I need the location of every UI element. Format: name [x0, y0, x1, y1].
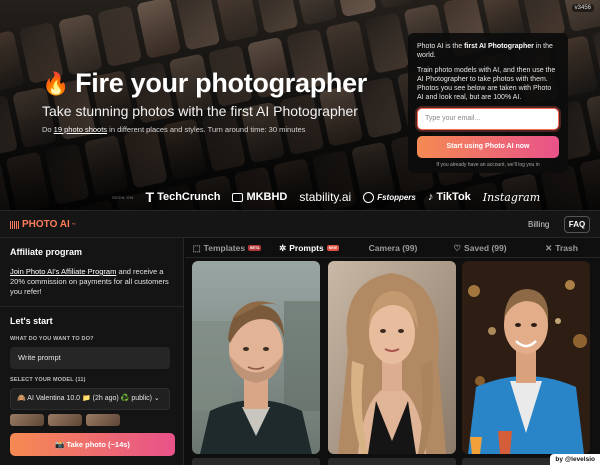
- tab-trash[interactable]: ✕ Trash: [523, 238, 600, 258]
- version-badge: v3456: [571, 4, 594, 12]
- hero-section: v3456 🔥 Fire your photographer Take stun…: [0, 0, 600, 210]
- start-using-button[interactable]: Start using Photo AI now: [417, 136, 559, 158]
- fstoppers-icon: [363, 191, 375, 203]
- new-badge: NEW: [326, 245, 339, 251]
- gallery-tabs: ⬚ Templates BETA ✲ Prompts NEW Camera (9…: [185, 238, 600, 258]
- start-title: Let's start: [10, 316, 53, 326]
- author-credit: by @levelsio: [550, 454, 600, 465]
- generated-photo[interactable]: [462, 261, 590, 454]
- tiktok-logo: ♪ TikTok: [427, 191, 471, 203]
- heart-icon: ♡: [453, 242, 462, 253]
- generated-photo[interactable]: [192, 261, 320, 454]
- photo-shoots-link[interactable]: 19 photo shoots: [54, 125, 107, 134]
- affiliate-section: Affiliate program Join Photo AI's Affili…: [0, 238, 183, 307]
- app-bar: PHOTO AI ™ Billing FAQ: [0, 210, 600, 238]
- brand-logo[interactable]: PHOTO AI ™: [10, 219, 76, 230]
- start-section: Let's start WHAT DO YOU WANT TO DO? Writ…: [0, 307, 183, 435]
- email-input[interactable]: Type your email...: [417, 108, 559, 130]
- hero-title-text: Fire your photographer: [75, 68, 368, 98]
- signup-card: Photo AI is the first AI Photographer in…: [408, 33, 568, 173]
- beta-badge: BETA: [248, 245, 262, 251]
- model-select[interactable]: 🙈 AI Valentina 10.0 📁 (2h ago) ♻️ public…: [10, 388, 170, 410]
- tab-saved[interactable]: ♡ Saved (99): [437, 238, 523, 258]
- stability-logo: stability.ai: [299, 190, 352, 204]
- hero-title: 🔥 Fire your photographer: [42, 68, 367, 99]
- model-thumbnail[interactable]: [48, 414, 82, 426]
- tiktok-icon: ♪: [427, 191, 434, 203]
- affiliate-text: Join Photo AI's Affiliate Program and re…: [10, 267, 169, 296]
- faq-button[interactable]: FAQ: [564, 216, 590, 233]
- action-select[interactable]: Write prompt: [10, 347, 170, 369]
- signup-intro: Photo AI is the first AI Photographer in…: [417, 43, 553, 59]
- mkbhd-icon: [232, 192, 244, 202]
- tab-templates[interactable]: ⬚ Templates BETA: [185, 238, 269, 258]
- techcrunch-icon: T: [145, 189, 155, 205]
- model-thumbnail[interactable]: [10, 414, 44, 426]
- fstoppers-logo: Fstoppers: [363, 191, 416, 203]
- fire-icon: 🔥: [42, 70, 70, 96]
- brand-bars-icon: [10, 220, 20, 229]
- tab-camera[interactable]: Camera (99): [349, 238, 437, 258]
- login-note: If you already have an account, we'll lo…: [436, 162, 540, 168]
- affiliate-link[interactable]: Join Photo AI's Affiliate Program: [10, 267, 116, 276]
- press-logos: SEEN ON T TechCrunch MKBHD stability.ai F…: [0, 185, 600, 209]
- model-thumbnail[interactable]: [86, 414, 120, 426]
- affiliate-title: Affiliate program: [10, 247, 83, 257]
- billing-link[interactable]: Billing: [528, 220, 549, 229]
- techcrunch-logo: T TechCrunch: [145, 189, 221, 205]
- instagram-logo: Instagram: [482, 190, 541, 204]
- hero-subtitle: Take stunning photos with the first AI P…: [42, 103, 358, 119]
- press-label: SEEN ON: [112, 194, 134, 200]
- hero-meta: Do 19 photo shoots in different places a…: [42, 125, 306, 134]
- mkbhd-logo: MKBHD: [232, 191, 287, 203]
- prompts-icon: ✲: [279, 242, 287, 253]
- signup-description: Train photo models with AI, and then use…: [417, 67, 556, 101]
- want-label: WHAT DO YOU WANT TO DO?: [10, 336, 94, 342]
- take-photo-button[interactable]: 📸 Take photo (~14s): [10, 433, 175, 456]
- model-label: SELECT YOUR MODEL (11): [10, 377, 86, 383]
- sidebar: Affiliate program Join Photo AI's Affili…: [0, 238, 184, 465]
- templates-icon: ⬚: [192, 242, 201, 253]
- model-thumbnails: [10, 414, 173, 426]
- close-icon: ✕: [545, 242, 553, 253]
- photo-ai-app: v3456 🔥 Fire your photographer Take stun…: [0, 0, 600, 465]
- main-gallery: ⬚ Templates BETA ✲ Prompts NEW Camera (9…: [185, 238, 600, 465]
- tab-prompts[interactable]: ✲ Prompts NEW: [269, 238, 349, 258]
- generated-photo[interactable]: [328, 261, 456, 454]
